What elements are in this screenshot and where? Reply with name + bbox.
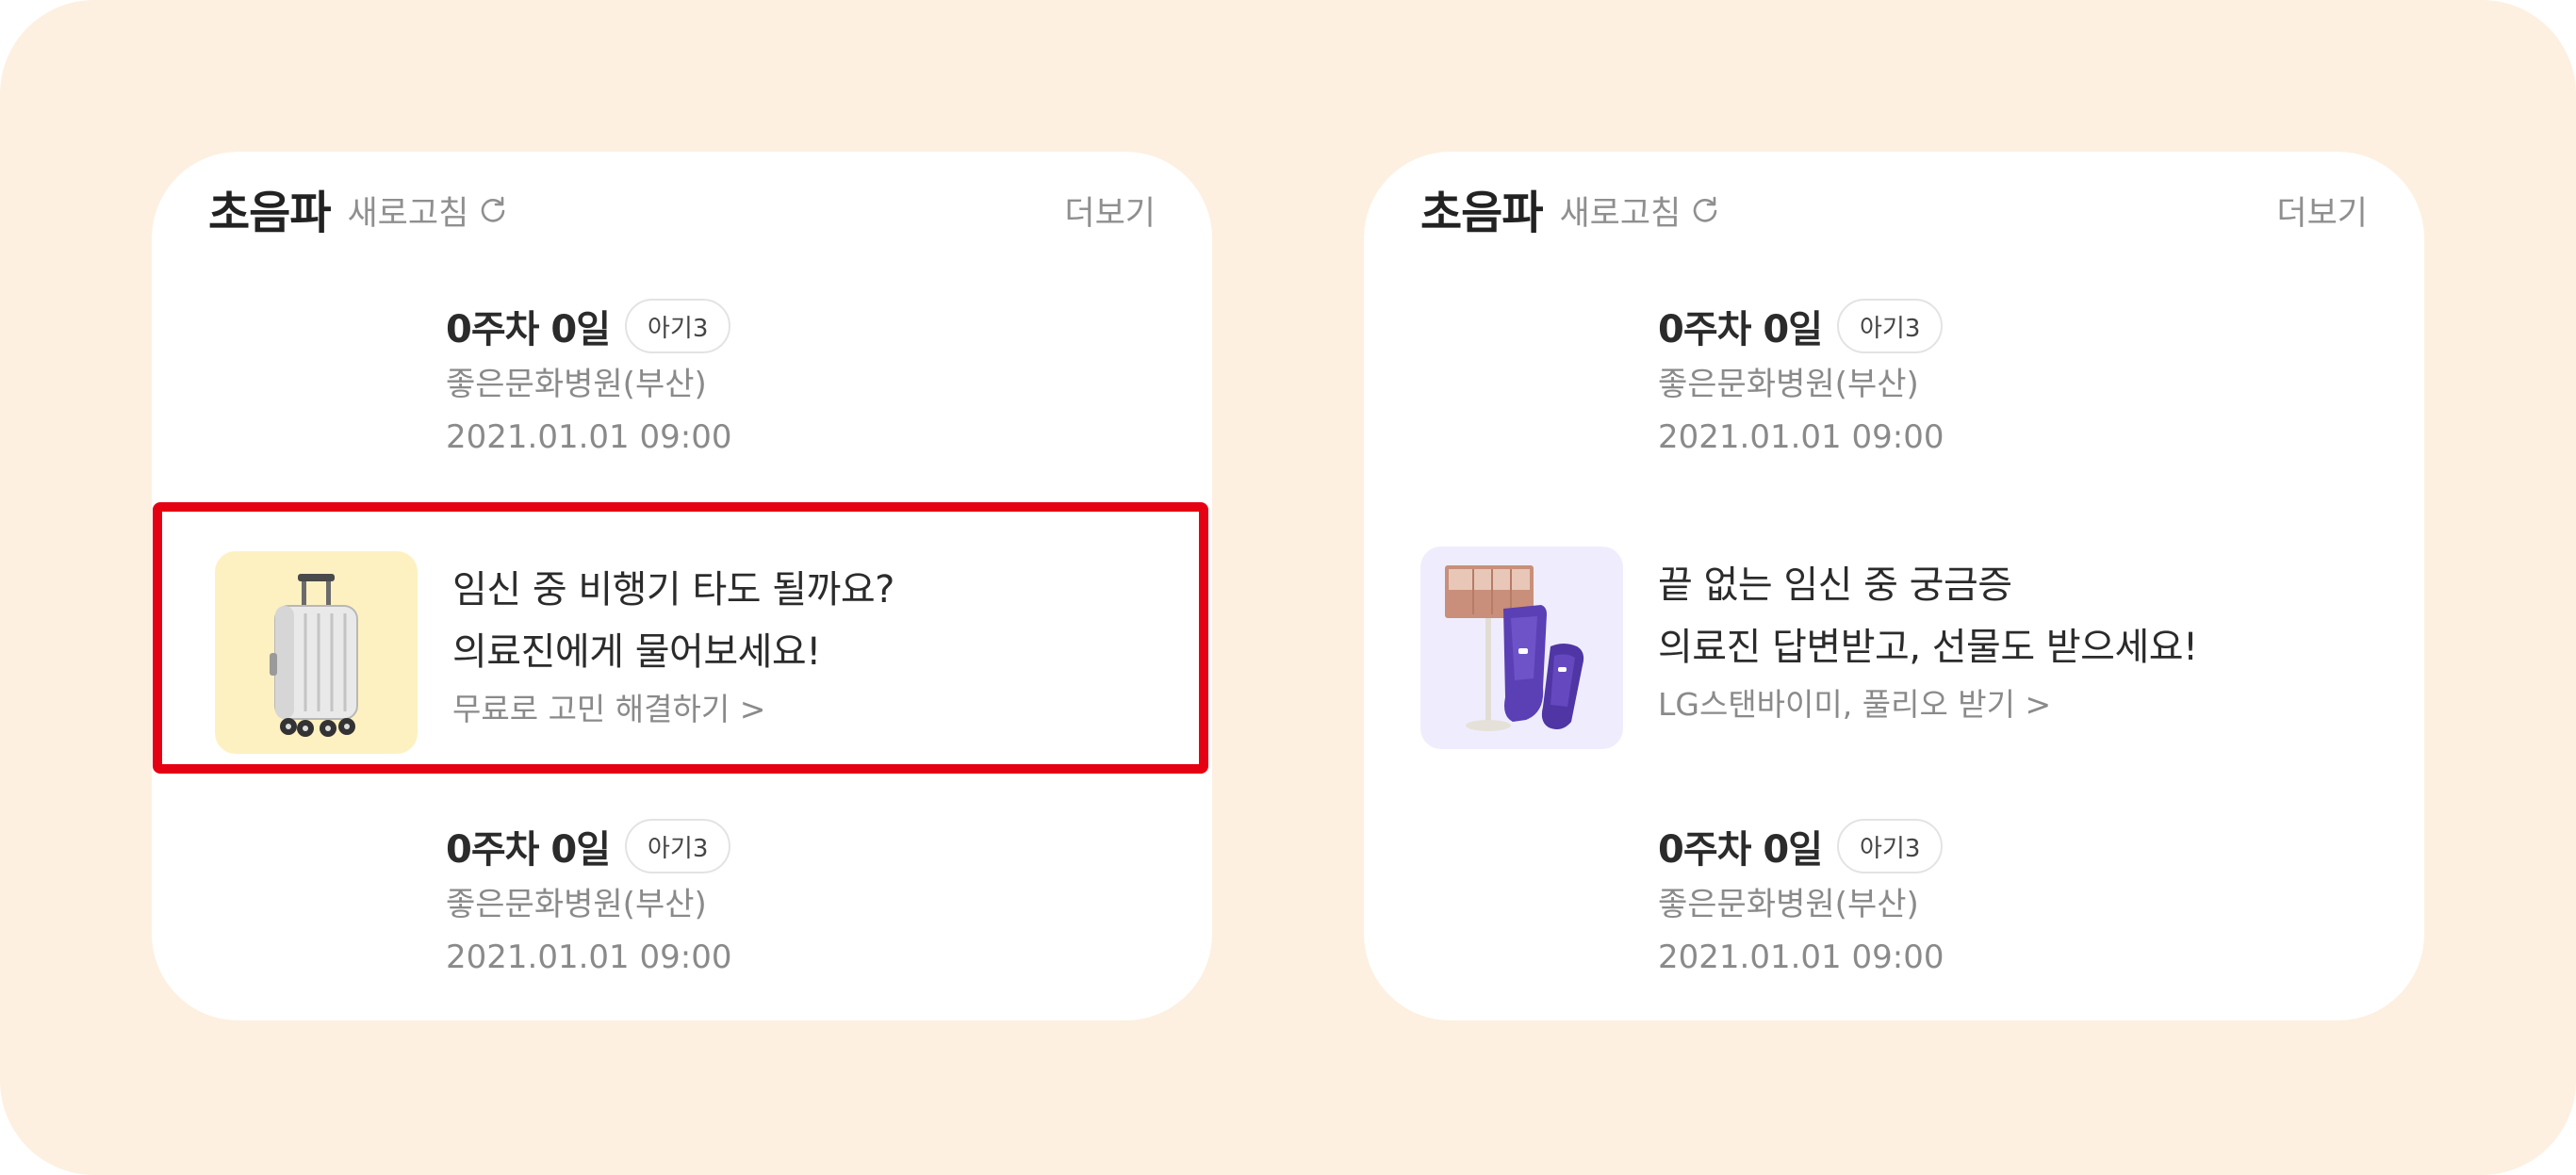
record-week: 0주차 0일 bbox=[446, 828, 611, 872]
card-title: 초음파 bbox=[1420, 187, 1543, 239]
refresh-icon bbox=[1694, 196, 1717, 222]
card-header: 초음파 새로고침 더보기 bbox=[208, 174, 1156, 242]
record-hospital: 좋은문화병원(부산) bbox=[446, 366, 707, 403]
record-datetime: 2021.01.01 09:00 bbox=[1658, 418, 1944, 456]
baby-badge: 아기3 bbox=[1837, 819, 1944, 873]
card-header: 초음파 새로고침 더보기 bbox=[1420, 174, 2368, 242]
card-title: 초음파 bbox=[208, 187, 331, 239]
record-hospital: 좋은문화병원(부산) bbox=[1658, 886, 1919, 923]
promo-banner[interactable]: 끝 없는 임신 중 궁금증 의료진 답변받고, 선물도 받으세요! LG스탠바이… bbox=[1364, 503, 2424, 776]
record-week: 0주차 0일 bbox=[1658, 308, 1823, 351]
refresh-button[interactable]: 새로고침 bbox=[347, 187, 508, 235]
promo-headline-1: 임신 중 비행기 타도 될까요? bbox=[452, 568, 894, 612]
ultrasound-record[interactable]: 0주차 0일 아기3 좋은문화병원(부산) 2021.01.01 09:00 bbox=[1658, 817, 2374, 987]
promo-link[interactable]: LG스탠바이미, 풀리오 받기 > bbox=[1658, 678, 2393, 731]
promo-banner-highlighted[interactable]: 임신 중 비행기 타도 될까요? 의료진에게 물어보세요! 무료로 고민 해결하… bbox=[153, 502, 1208, 774]
baby-badge: 아기3 bbox=[625, 299, 731, 353]
record-hospital: 좋은문화병원(부산) bbox=[1658, 366, 1919, 403]
record-hospital: 좋은문화병원(부산) bbox=[446, 886, 707, 923]
record-datetime: 2021.01.01 09:00 bbox=[1658, 938, 1944, 976]
refresh-label: 새로고침 bbox=[347, 194, 469, 233]
suitcase-image bbox=[215, 551, 418, 754]
ultrasound-card-right: 초음파 새로고침 더보기 0주차 0일 아기3 좋은문화병원(부산) 2021.… bbox=[1364, 152, 2424, 1020]
stanbyme-massager-image bbox=[1420, 547, 1623, 749]
baby-badge: 아기3 bbox=[625, 819, 731, 873]
promo-headline-2: 의료진 답변받고, 선물도 받으세요! bbox=[1658, 626, 2198, 669]
refresh-icon bbox=[482, 196, 505, 222]
promo-headline-1: 끝 없는 임신 중 궁금증 bbox=[1658, 563, 2012, 607]
baby-badge: 아기3 bbox=[1837, 299, 1944, 353]
record-week: 0주차 0일 bbox=[1658, 828, 1823, 872]
ultrasound-record[interactable]: 0주차 0일 아기3 좋은문화병원(부산) 2021.01.01 09:00 bbox=[446, 817, 1162, 987]
promo-link[interactable]: 무료로 고민 해결하기 > bbox=[452, 683, 1188, 736]
record-week: 0주차 0일 bbox=[446, 308, 611, 351]
page-background: 초음파 새로고침 더보기 0주차 0일 아기3 좋은문화병원(부산) 2021.… bbox=[0, 0, 2576, 1175]
record-datetime: 2021.01.01 09:00 bbox=[446, 418, 732, 456]
refresh-button[interactable]: 새로고침 bbox=[1559, 187, 1720, 235]
more-link[interactable]: 더보기 bbox=[2276, 187, 2368, 235]
ultrasound-record[interactable]: 0주차 0일 아기3 좋은문화병원(부산) 2021.01.01 09:00 bbox=[1658, 297, 2374, 466]
ultrasound-card-left: 초음파 새로고침 더보기 0주차 0일 아기3 좋은문화병원(부산) 2021.… bbox=[152, 152, 1212, 1020]
ultrasound-record[interactable]: 0주차 0일 아기3 좋은문화병원(부산) 2021.01.01 09:00 bbox=[446, 297, 1162, 466]
promo-headline-2: 의료진에게 물어보세요! bbox=[452, 630, 821, 674]
refresh-label: 새로고침 bbox=[1559, 194, 1682, 233]
more-link[interactable]: 더보기 bbox=[1064, 187, 1156, 235]
record-datetime: 2021.01.01 09:00 bbox=[446, 938, 732, 976]
